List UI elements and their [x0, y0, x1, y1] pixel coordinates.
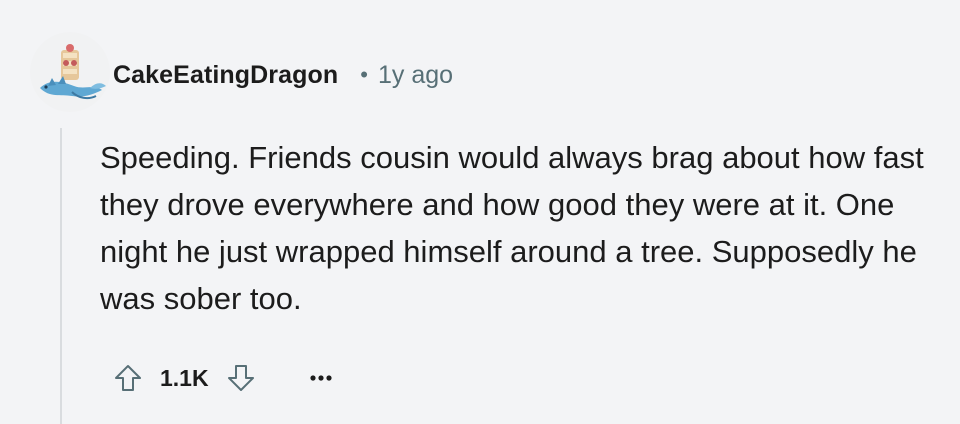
comment-meta: CakeEatingDragon • 1y ago: [113, 55, 453, 95]
dragon-avatar-icon: [30, 32, 110, 112]
comment: CakeEatingDragon • 1y ago Speeding. Frie…: [0, 0, 960, 424]
meta-separator: •: [360, 62, 368, 87]
downvote-button[interactable]: [221, 358, 261, 398]
thread-line: [60, 128, 62, 424]
upvote-arrow-icon: [115, 365, 141, 391]
vote-score: 1.1K: [160, 364, 209, 391]
downvote-arrow-icon: [227, 365, 254, 391]
user-avatar[interactable]: [30, 32, 110, 112]
username-link[interactable]: CakeEatingDragon: [113, 61, 338, 90]
more-options-icon: [309, 375, 332, 381]
comment-actions: 1.1K: [108, 358, 343, 398]
upvote-button[interactable]: [108, 358, 148, 398]
comment-body: Speeding. Friends cousin would always br…: [100, 140, 924, 316]
comment-timestamp[interactable]: 1y ago: [378, 61, 453, 90]
more-options-button[interactable]: [299, 358, 343, 398]
